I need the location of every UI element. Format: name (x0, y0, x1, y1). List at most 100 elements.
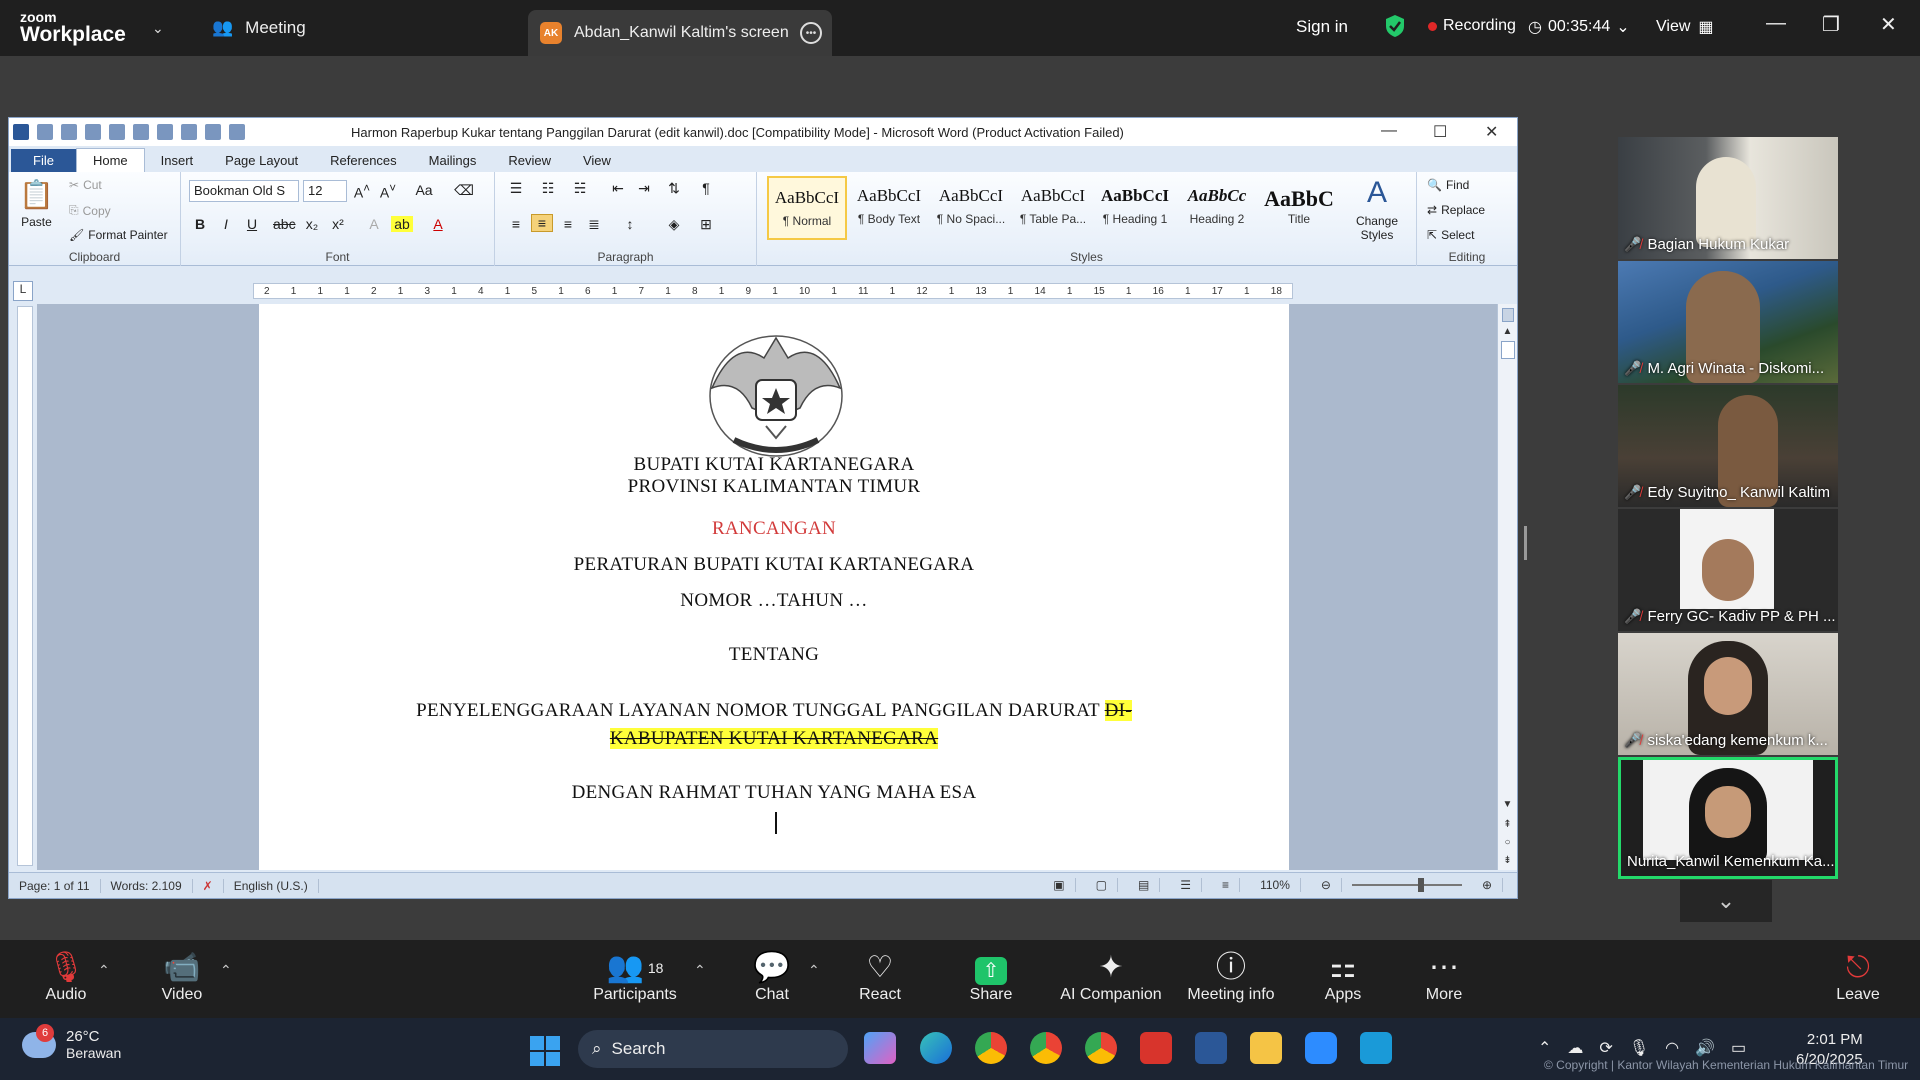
font-color-icon[interactable]: A (427, 216, 449, 232)
print-layout-icon[interactable]: ▣ (1043, 878, 1076, 892)
paste-button[interactable]: 📋 Paste (19, 178, 54, 229)
battery-icon[interactable]: ▭ (1731, 1038, 1746, 1058)
save-icon[interactable] (133, 124, 149, 140)
font-size-select[interactable]: 12 (303, 180, 347, 202)
document-page[interactable]: BUPATI KUTAI KARTANEGARA PROVINSI KALIMA… (259, 304, 1289, 870)
scroll-up-icon[interactable]: ▲ (1498, 326, 1517, 337)
chevron-up-icon[interactable]: ⌃ (694, 962, 706, 979)
share-screen-tab[interactable]: AK Abdan_Kanwil Kaltim's screen ••• (528, 10, 832, 56)
wifi-icon[interactable]: ◠ (1665, 1038, 1679, 1058)
zoom-level[interactable]: 110% (1250, 878, 1301, 892)
word-icon[interactable] (1195, 1032, 1227, 1064)
chrome-icon[interactable] (975, 1032, 1007, 1064)
chrome-profile-icon[interactable] (1030, 1032, 1062, 1064)
tab-references[interactable]: References (314, 149, 412, 172)
redo-icon[interactable] (61, 124, 77, 140)
minimize-icon[interactable]: — (1381, 122, 1397, 140)
sign-in-button[interactable]: Sign in (1296, 17, 1348, 37)
ai-companion-button[interactable]: ✦ AI Companion (1051, 950, 1171, 1004)
borders-icon[interactable]: ⊞ (695, 216, 717, 233)
prev-page-icon[interactable]: ⇞ (1498, 819, 1517, 830)
zoom-slider-thumb[interactable] (1417, 878, 1424, 892)
participant-tile[interactable]: 🎤̸ siska'edang kemenkum k... (1618, 633, 1838, 755)
share-button[interactable]: ⇧ Share (931, 950, 1051, 1004)
style-table-paragraph[interactable]: AaBbCcI ¶ Table Pa... (1013, 176, 1093, 240)
ruler-toggle-icon[interactable] (1501, 308, 1514, 322)
acrobat-icon[interactable] (1140, 1032, 1172, 1064)
increase-indent-icon[interactable]: ⇥ (633, 180, 655, 197)
chrome-profile-icon[interactable] (1085, 1032, 1117, 1064)
close-icon[interactable]: ✕ (1485, 122, 1498, 142)
font-name-select[interactable]: Bookman Old S (189, 180, 299, 202)
tab-selector[interactable]: L (13, 281, 33, 301)
vertical-ruler[interactable] (17, 306, 33, 866)
language-indicator[interactable]: English (U.S.) (224, 878, 319, 893)
sync-icon[interactable]: ⟳ (1599, 1038, 1612, 1058)
mic-icon[interactable]: 🎙 (1629, 1038, 1649, 1058)
taskbar-search[interactable]: ⌕ Search (578, 1030, 848, 1068)
participant-tile-active-speaker[interactable]: Nurita_Kanwil Kemenkum Ka... (1618, 757, 1838, 879)
speaker-icon[interactable]: 🔊 (1695, 1038, 1715, 1058)
format-painter-button[interactable]: 🖌 Format Painter (69, 228, 168, 242)
shield-check-icon[interactable] (1384, 14, 1406, 38)
change-case-icon[interactable]: Aa (413, 182, 435, 198)
participant-tile[interactable]: 🎤̸ Ferry GC- Kadiv PP & PH ... (1618, 509, 1838, 631)
superscript-icon[interactable]: x² (327, 216, 349, 232)
subscript-icon[interactable]: x₂ (301, 216, 323, 232)
more-button[interactable]: ⋯ More (1384, 950, 1504, 1004)
file-explorer-icon[interactable] (1250, 1032, 1282, 1064)
strikethrough-icon[interactable]: abc (273, 216, 296, 232)
next-page-icon[interactable]: ⇟ (1498, 855, 1517, 866)
cut-button[interactable]: ✂ Cut (69, 178, 102, 192)
more-icon[interactable]: ••• (800, 22, 822, 44)
meeting-info-button[interactable]: ⓘ Meeting info (1171, 950, 1291, 1004)
email-icon[interactable] (229, 124, 245, 140)
text-effects-icon[interactable]: A (363, 216, 385, 232)
photos-icon[interactable] (1360, 1032, 1392, 1064)
new-icon[interactable] (85, 124, 101, 140)
page-count[interactable]: Page: 1 of 11 (9, 878, 101, 893)
sort-icon[interactable]: ⇅ (663, 180, 685, 197)
scroll-thumb[interactable] (1500, 341, 1515, 359)
select-button[interactable]: ⇱ Select (1427, 228, 1474, 242)
style-heading-1[interactable]: AaBbCcI ¶ Heading 1 (1095, 176, 1175, 240)
meeting-timer[interactable]: ◷ 00:35:44 ⌄ (1528, 17, 1630, 37)
tab-page-layout[interactable]: Page Layout (209, 149, 314, 172)
participant-tile[interactable]: 🎤̸ Bagian Hukum Kukar (1618, 137, 1838, 259)
justify-icon[interactable]: ≣ (583, 216, 605, 233)
onedrive-icon[interactable]: ☁ (1567, 1038, 1583, 1058)
tab-view[interactable]: View (567, 149, 627, 172)
align-left-icon[interactable]: ≡ (505, 216, 527, 232)
draft-icon[interactable]: ≡ (1212, 878, 1241, 892)
style-heading-2[interactable]: AaBbCc Heading 2 (1177, 176, 1257, 240)
italic-icon[interactable]: I (215, 216, 237, 232)
word-count[interactable]: Words: 2.109 (101, 878, 193, 893)
undo-icon[interactable] (37, 124, 53, 140)
zoom-app-icon[interactable] (1305, 1032, 1337, 1064)
style-title[interactable]: AaBbC Title (1259, 176, 1339, 240)
preview-icon[interactable] (181, 124, 197, 140)
align-center-icon[interactable]: ≡ (531, 214, 553, 232)
chevron-up-icon[interactable]: ⌃ (808, 962, 820, 979)
bullets-icon[interactable]: ☰ (505, 180, 527, 197)
chevron-down-icon[interactable]: ⌄ (1680, 880, 1772, 922)
print-icon[interactable] (157, 124, 173, 140)
tab-insert[interactable]: Insert (145, 149, 210, 172)
zoom-slider[interactable] (1351, 878, 1462, 892)
panel-resize-handle[interactable] (1524, 526, 1527, 560)
bold-icon[interactable]: B (189, 216, 211, 232)
document-area[interactable]: BUPATI KUTAI KARTANEGARA PROVINSI KALIMA… (37, 304, 1499, 870)
tab-review[interactable]: Review (492, 149, 567, 172)
copy-button[interactable]: ⎘ Copy (69, 203, 111, 218)
change-styles-button[interactable]: A Change Styles (1347, 176, 1407, 242)
numbering-icon[interactable]: ☷ (537, 180, 559, 197)
full-screen-icon[interactable]: ▢ (1086, 878, 1118, 892)
shading-icon[interactable]: ◈ (663, 216, 685, 233)
maximize-icon[interactable]: ☐ (1433, 122, 1447, 142)
minimize-icon[interactable]: — (1766, 12, 1786, 35)
view-button[interactable]: View ▦ (1656, 17, 1714, 37)
participants-button[interactable]: 👥 18 Participants (575, 950, 695, 1004)
weather-widget[interactable]: 6 26°C Berawan (22, 1023, 121, 1061)
chevron-up-icon[interactable]: ⌃ (220, 962, 232, 979)
scroll-down-icon[interactable]: ▼ (1498, 799, 1517, 810)
